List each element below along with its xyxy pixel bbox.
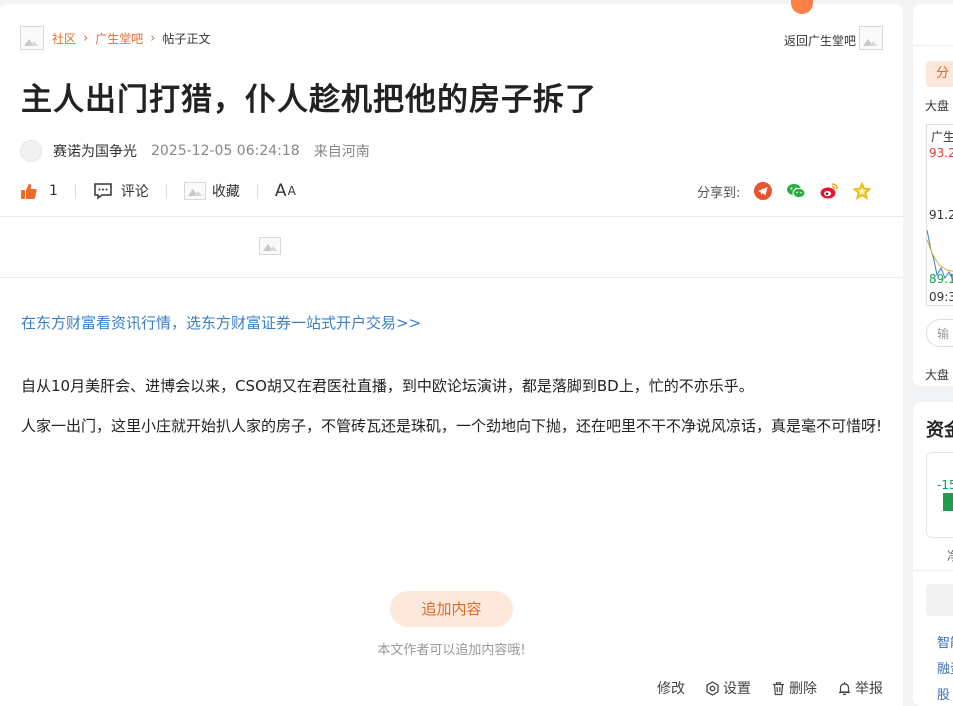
share-label: 分享到: [697,185,741,201]
back-to-bar-link[interactable]: 返回广生堂吧 [784,32,856,49]
chevron-right-icon: › [83,30,89,46]
delete-button[interactable]: 删除 [771,678,817,698]
trash-icon [773,681,784,695]
ad-image [259,237,281,255]
bar-logo-image [20,26,44,50]
float-badge[interactable] [791,0,813,14]
collect-icon [183,182,206,200]
stock-mini-chart[interactable]: 广生 93.2 91.20 89.1 09:3 [926,124,953,306]
post-location: 来自河南 [313,144,370,160]
collect-button[interactable]: 收藏 [183,181,240,201]
breadcrumb-community-link[interactable]: 社区 [52,30,76,47]
fund-title: 资金 [926,420,953,441]
like-button[interactable]: 1 [20,182,58,200]
delete-label: 删除 [789,681,817,697]
sidebar-grey-button[interactable] [926,584,953,616]
sidebar-link[interactable]: 智能 [937,632,953,651]
fund-flow-chart: -15 [926,452,953,538]
like-count: 1 [49,183,58,199]
post-time: 2025-12-05 06:24:18 [151,143,300,159]
settings-label: 设置 [723,681,751,697]
weibo-icon[interactable] [819,181,839,201]
font-size-large-glyph: A [274,181,288,201]
ad-banner[interactable] [0,216,903,278]
font-size-button[interactable]: AA [275,181,297,201]
telegram-icon[interactable] [753,181,773,201]
report-label: 举报 [855,681,883,697]
fund-bar [943,493,953,511]
breadcrumb: 社区 › 广生堂吧 › 帖子正文 [20,26,210,50]
chart-time-label: 09:3 [929,290,953,304]
stock-search-input[interactable]: 输 [926,319,953,347]
comment-icon [94,183,112,200]
star-icon[interactable] [852,181,872,201]
action-bar: 1 评论 收藏 AA [20,181,297,201]
fund-value: -15 [937,478,953,492]
alarm-bell-icon [839,681,850,695]
promo-link[interactable]: 在东方财富看资讯行情，选东方财富证券一站式开户交易>> [21,312,421,333]
market-label: 大盘 [925,368,950,382]
comment-button[interactable]: 评论 [93,181,149,201]
fund-panel: 资金 -15 净 智能 融资 股 [913,402,953,706]
font-size-small-glyph: A [287,184,297,198]
post-content: 自从10月美肝会、进博会以来，CSO胡又在君医社直播，到中欧论坛演讲，都是落脚到… [21,372,889,452]
market-label: 大盘 [925,99,950,113]
report-button[interactable]: 举报 [837,678,883,698]
gear-icon [706,680,719,696]
add-content-hint: 本文作者可以追加内容哦! [377,643,526,658]
divider [165,183,167,199]
post-title: 主人出门打猎，仆人趁机把他的房子拆了 [21,82,597,118]
author-name[interactable]: 赛诺为国争光 [53,141,137,161]
divider [913,570,953,571]
sidebar-link[interactable]: 股 [937,684,950,703]
chevron-right-icon: › [150,30,156,46]
post-main-panel: 社区 › 广生堂吧 › 帖子正文 返回广生堂吧 主人出门打猎，仆人趁机把他的房子… [0,0,903,706]
bar-logo-image [859,26,883,50]
edit-button[interactable]: 修改 [657,678,685,698]
add-content-button[interactable]: 追加内容 [390,591,513,627]
author-row: 赛诺为国争光 2025-12-05 06:24:18 来自河南 [20,140,384,162]
avatar[interactable] [20,140,42,162]
post-paragraph: 人家一出门，这里小庄就开始扒人家的房子，不管砖瓦还是珠矶，一个劲地向下抛，还在吧… [21,417,883,435]
divider [913,45,953,46]
thumbs-up-icon [21,183,37,199]
fund-note: 净 [947,547,953,564]
back-to-bar[interactable]: 返回广生堂吧 [784,26,883,50]
chart-stock-name: 广生 [931,130,953,144]
divider [256,183,258,199]
right-sidebar: 分 大盘 广生 93.2 91.20 89.1 09:3 输 大盘 资金 -15… [913,4,953,706]
wechat-icon[interactable] [786,181,806,201]
market-panel: 分 大盘 广生 93.2 91.20 89.1 09:3 输 大盘 [913,4,953,386]
comment-label: 评论 [120,184,149,200]
breadcrumb-bar-link[interactable]: 广生堂吧 [95,30,143,47]
price-line [927,229,953,281]
post-paragraph: 自从10月美肝会、进博会以来，CSO胡又在君医社直播，到中欧论坛演讲，都是落脚到… [21,377,754,395]
collect-label: 收藏 [211,184,240,200]
sidebar-tab[interactable]: 分 [926,61,953,87]
share-bar: 分享到: [697,181,872,201]
breadcrumb-current: 帖子正文 [162,31,211,46]
edit-label: 修改 [657,681,685,697]
divider [74,183,76,199]
post-ops: 修改 设置 删除 举报 [637,678,883,698]
sidebar-link[interactable]: 融资 [937,658,953,677]
settings-button[interactable]: 设置 [705,678,751,698]
chart-high-label: 93.2 [929,146,953,160]
